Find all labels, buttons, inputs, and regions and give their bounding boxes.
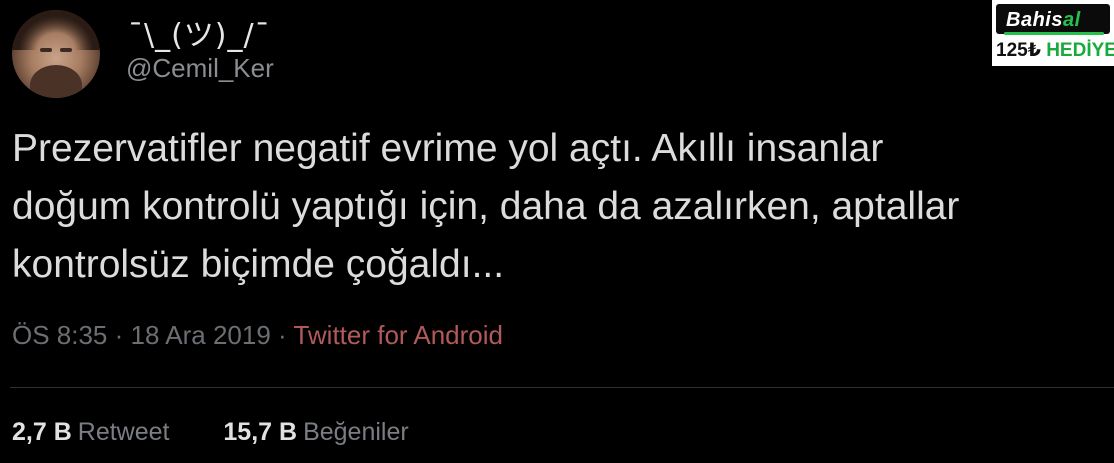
tweet-time[interactable]: ÖS 8:35	[12, 320, 107, 350]
badge-promo: 125₺ HEDİYE	[996, 39, 1114, 62]
avatar-eye-left	[40, 48, 52, 52]
likes-stat[interactable]: 15,7 B Beğeniler	[223, 418, 408, 446]
badge-brand-logo: Bahisal	[1006, 9, 1081, 32]
tweet-text-line: doğum kontrolü yaptığı için, daha da aza…	[12, 185, 960, 228]
avatar-eye-right	[60, 48, 72, 52]
retweets-label: Retweet	[77, 418, 170, 446]
badge-brand-main: Bahis	[1006, 9, 1063, 31]
tweet-date[interactable]: 18 Ara 2019	[131, 320, 271, 350]
retweets-count: 2,7 B	[12, 418, 72, 446]
tweet-source-link[interactable]: Twitter for Android	[293, 320, 503, 350]
badge-promo-label: HEDİYE	[1046, 40, 1114, 61]
badge-brand-accent: al	[1062, 9, 1081, 31]
display-name[interactable]: ¯\_(ツ)_/¯	[128, 10, 271, 54]
tweet-text-line: Prezervatifler negatif evrime yol açtı. …	[12, 127, 884, 170]
tweet-card: ¯\_(ツ)_/¯ @Cemil_Ker Prezervatifler nega…	[0, 0, 1114, 463]
likes-label: Beğeniler	[303, 418, 409, 446]
avatar-beard	[30, 65, 82, 98]
meta-separator: ·	[278, 320, 287, 350]
likes-count: 15,7 B	[223, 418, 298, 446]
badge-logo-bg: Bahisal	[996, 4, 1110, 35]
badge-promo-amount: 125₺	[996, 40, 1041, 61]
tweet-text: Prezervatifler negatif evrime yol açtı. …	[12, 120, 1072, 294]
avatar[interactable]	[12, 10, 100, 98]
divider	[10, 387, 1114, 388]
tweet-text-line: kontrolsüz biçimde çoğaldı...	[12, 243, 505, 286]
avatar-hair	[12, 10, 100, 50]
user-handle[interactable]: @Cemil_Ker	[126, 53, 274, 84]
tweet-stats: 2,7 B Retweet 15,7 B Beğeniler	[12, 418, 409, 447]
meta-separator: ·	[114, 320, 124, 350]
tweet-meta: ÖS 8:35 · 18 Ara 2019 · Twitter for Andr…	[12, 320, 503, 351]
badge-swoosh-icon	[1004, 32, 1104, 35]
retweets-stat[interactable]: 2,7 B Retweet	[12, 418, 176, 446]
watermark-badge: Bahisal 125₺ HEDİYE	[992, 0, 1114, 66]
